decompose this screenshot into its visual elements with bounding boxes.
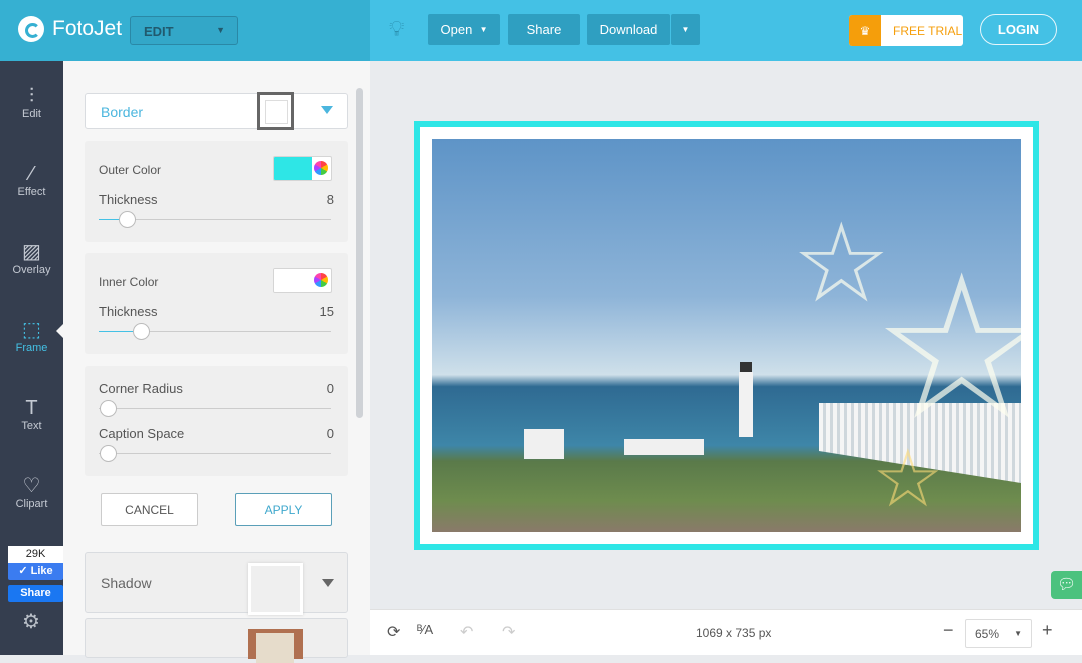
- logo[interactable]: FotoJet: [18, 16, 122, 42]
- sliders-icon: ⫶: [29, 85, 34, 107]
- chevron-down-icon: [322, 579, 334, 587]
- chevron-down-icon: ▼: [479, 25, 488, 34]
- like-count: 29K: [8, 546, 63, 563]
- inner-color-picker[interactable]: [273, 268, 332, 293]
- sidebar-label: Effect: [17, 186, 46, 198]
- inner-color-swatch: [274, 269, 312, 292]
- slider-handle[interactable]: [132, 323, 150, 340]
- inner-section: Inner Color Thickness 15: [85, 253, 348, 354]
- sidebar-item-clipart[interactable]: ♡ Clipart: [0, 474, 63, 510]
- chevron-down-icon: ▼: [216, 25, 225, 35]
- sidebar-item-text[interactable]: T Text: [0, 396, 63, 432]
- image-dimensions: 1069 x 735 px: [696, 626, 772, 640]
- thickness-label: Thickness: [99, 304, 158, 319]
- sidebar-item-edit[interactable]: ⫶ Edit: [0, 84, 63, 120]
- lighthouse: [739, 362, 753, 437]
- undo-icon[interactable]: ↶: [460, 622, 473, 642]
- house: [624, 439, 704, 455]
- brand-name: FotoJet: [52, 17, 123, 40]
- mode-select[interactable]: EDIT ▼: [130, 16, 238, 45]
- caption-space-slider[interactable]: [99, 445, 331, 462]
- frame-icon: ⬚: [22, 319, 41, 341]
- shadow-label: Shadow: [101, 575, 152, 591]
- star-overlay: ☆: [872, 434, 944, 523]
- chat-icon[interactable]: 💬︎: [1051, 571, 1082, 599]
- caption-space-value: 0: [326, 426, 334, 441]
- slider-handle[interactable]: [118, 211, 136, 228]
- free-trial-button[interactable]: ♛ FREE TRIAL: [849, 15, 963, 46]
- frame-preview: [257, 92, 294, 130]
- framed-image[interactable]: ☆ ☆ ☆: [414, 121, 1039, 550]
- corner-radius-label: Corner Radius: [99, 381, 183, 396]
- frame-type-dropdown[interactable]: Border: [85, 92, 348, 130]
- sidebar-item-frame[interactable]: ⬚ Frame: [0, 318, 63, 354]
- color-wheel-icon: [314, 161, 328, 175]
- sidebar-item-overlay[interactable]: ▨ Overlay: [0, 240, 63, 276]
- chevron-down-icon: ▼: [1014, 629, 1022, 638]
- corner-section: Corner Radius 0 Caption Space 0: [85, 366, 348, 476]
- free-trial-label: FREE TRIAL: [893, 23, 963, 38]
- chevron-down-icon: [321, 106, 333, 114]
- inner-color-label: Inner Color: [99, 275, 159, 289]
- outer-color-swatch: [274, 157, 312, 180]
- inner-thickness-value: 15: [319, 304, 334, 319]
- zoom-value: 65%: [975, 627, 1000, 641]
- crown-icon: ♛: [849, 15, 881, 46]
- mode-select-value: EDIT: [144, 24, 174, 39]
- corner-radius-slider[interactable]: [99, 400, 331, 417]
- zoom-select[interactable]: 65% ▼: [965, 619, 1032, 648]
- facebook-share-button[interactable]: Share: [8, 585, 63, 602]
- slider-handle[interactable]: [100, 445, 118, 462]
- bottom-toolbar: ⟳ ᴮ⁄A ↶ ↷ 1069 x 735 px − 65% ▼ +: [370, 609, 1082, 655]
- outer-section: Outer Color Thickness 8: [85, 141, 348, 242]
- shadow-dropdown[interactable]: Shadow: [85, 552, 348, 615]
- photo-lighthouse: ☆ ☆ ☆: [432, 139, 1021, 532]
- gear-icon[interactable]: ⚙: [22, 609, 40, 634]
- text-icon: T: [25, 397, 38, 419]
- house: [524, 429, 564, 459]
- magic-wand-icon: ⁄: [29, 163, 34, 185]
- color-wheel-icon: [314, 273, 328, 287]
- apply-button[interactable]: APPLY: [235, 493, 332, 526]
- heart-icon: ♡: [22, 475, 41, 497]
- before-after-icon[interactable]: ᴮ⁄A: [417, 622, 433, 637]
- slider-handle[interactable]: [100, 400, 118, 417]
- open-button[interactable]: Open ▼: [428, 14, 500, 45]
- redo-icon[interactable]: ↷: [502, 622, 515, 642]
- active-indicator: [56, 323, 64, 339]
- login-button[interactable]: LOGIN: [980, 14, 1057, 45]
- cancel-button[interactable]: CANCEL: [101, 493, 198, 526]
- sidebar-label: Text: [21, 420, 42, 432]
- zoom-in-icon[interactable]: +: [1042, 620, 1053, 641]
- open-label: Open: [440, 22, 473, 37]
- outer-color-label: Outer Color: [99, 163, 162, 177]
- caption-space-label: Caption Space: [99, 426, 185, 441]
- panel-scrollbar[interactable]: [356, 88, 363, 418]
- sidebar-item-effect[interactable]: ⁄ Effect: [0, 162, 63, 198]
- rotate-icon[interactable]: ⟳: [387, 622, 400, 642]
- share-button[interactable]: Share: [508, 14, 580, 45]
- star-overlay: ☆: [872, 237, 1021, 460]
- sidebar-label: Overlay: [12, 264, 51, 276]
- next-frame-option[interactable]: [85, 618, 348, 663]
- zoom-out-icon[interactable]: −: [943, 620, 954, 641]
- thickness-label: Thickness: [99, 192, 158, 207]
- like-label: Like: [30, 565, 53, 577]
- sidebar-label: Frame: [15, 342, 48, 354]
- shadow-preview: [248, 563, 303, 615]
- inner-thickness-slider[interactable]: [99, 323, 331, 340]
- sidebar-label: Clipart: [15, 498, 48, 510]
- corner-radius-value: 0: [326, 381, 334, 396]
- overlay-icon: ▨: [22, 241, 41, 263]
- sidebar-label: Edit: [22, 108, 41, 120]
- facebook-like-button[interactable]: ✓ Like: [8, 563, 63, 580]
- logo-icon: [18, 16, 44, 42]
- outer-thickness-slider[interactable]: [99, 211, 331, 228]
- download-options-button[interactable]: ▼: [671, 14, 700, 45]
- lightbulb-icon[interactable]: 💡︎: [389, 16, 404, 42]
- frame-type-label: Border: [101, 104, 144, 120]
- outer-thickness-value: 8: [326, 192, 334, 207]
- download-button[interactable]: Download: [587, 14, 670, 45]
- outer-color-picker[interactable]: [273, 156, 332, 181]
